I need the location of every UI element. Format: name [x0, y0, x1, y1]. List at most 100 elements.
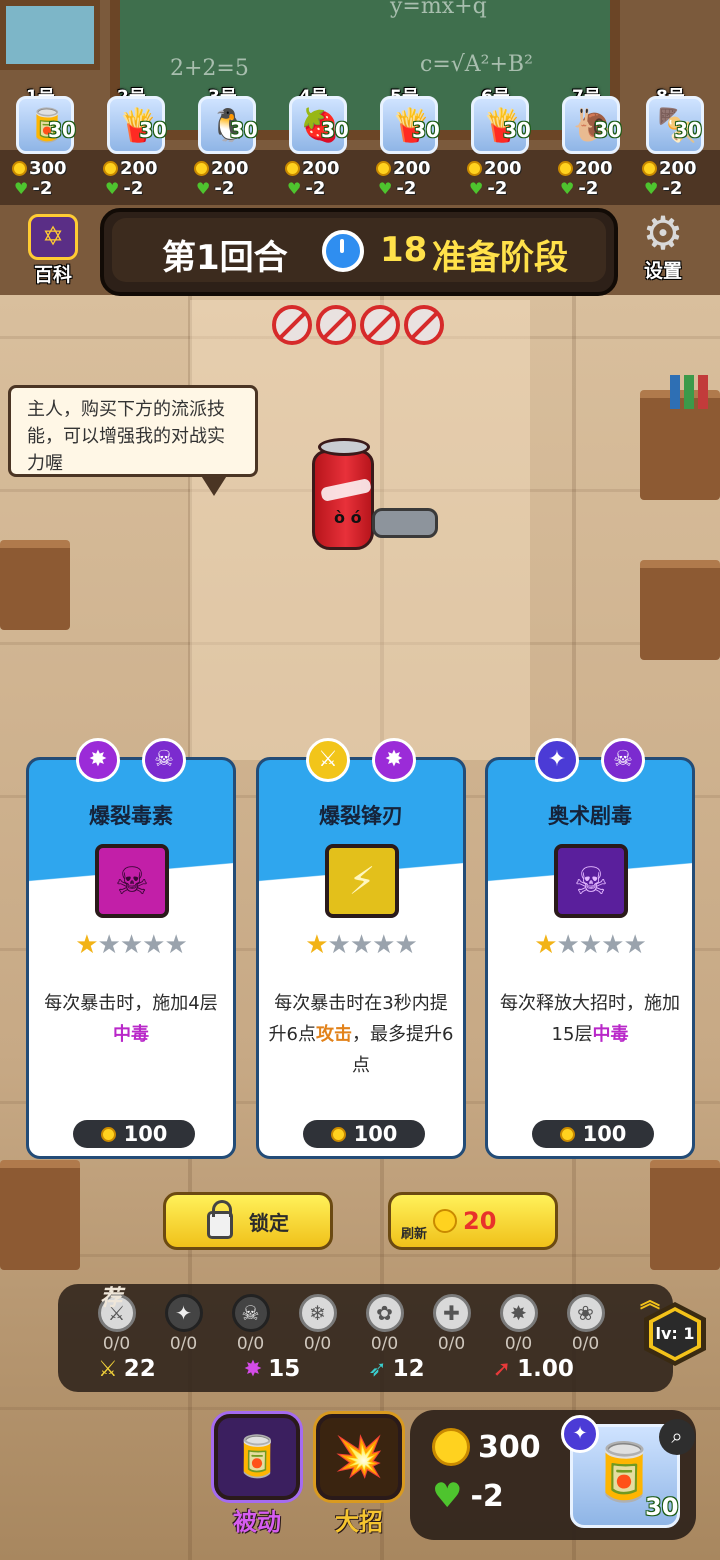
- rate-value: 1.00: [517, 1356, 574, 1382]
- card-description: 每次释放大招时，施加15层中毒: [496, 988, 684, 1050]
- coin-icon: [103, 161, 118, 176]
- desk-left-2: [0, 1160, 80, 1270]
- hero-portrait[interactable]: ✦ ⌕ 🥫 30: [561, 1415, 695, 1528]
- coin-icon: [433, 1209, 458, 1233]
- skill-card[interactable]: ✸ ☠ 爆裂毒素 ☠ ★★★★★ 每次暴击时，施加4层中毒 100: [26, 738, 236, 1159]
- desk-right-1: [640, 390, 720, 500]
- trait-slot[interactable]: ✦ 0/0: [163, 1294, 204, 1354]
- slot-heart-value: -2: [123, 178, 144, 199]
- trait-slot[interactable]: ✸ 0/0: [498, 1294, 539, 1354]
- nature-trait-icon: ✿: [365, 1294, 404, 1332]
- settings-button[interactable]: ⚙ 设置: [628, 210, 698, 290]
- coin-icon: [642, 161, 657, 176]
- broken-heart-icon: ♥: [105, 179, 120, 198]
- coin-icon: [194, 161, 209, 176]
- trait-count: 0/0: [370, 1334, 399, 1354]
- level-up-arrow-icon: ︽: [640, 1288, 660, 1312]
- recommended-marker: 荐: [100, 1286, 123, 1311]
- skill-card[interactable]: ✦ ☠ 奥术剧毒 ☠ ★★★★★ 每次释放大招时，施加15层中毒 100: [485, 738, 695, 1159]
- frost-trait-icon: ❄: [298, 1294, 337, 1332]
- trait-slot[interactable]: ☠ 0/0: [230, 1294, 271, 1354]
- trait-slot[interactable]: ✚ 0/0: [431, 1294, 472, 1354]
- trait-count: 0/0: [102, 1334, 131, 1354]
- slot-hp: 30: [321, 118, 359, 148]
- roster-slot[interactable]: 2号 🍟 30 200 ♥-2: [99, 82, 181, 202]
- gold-coin-icon: [432, 1428, 470, 1466]
- player-hero-cola-can[interactable]: ò ó: [312, 430, 438, 560]
- slot-heart-value: -2: [487, 178, 508, 199]
- trait-count: 0/0: [437, 1334, 466, 1354]
- slot-heart-value: -2: [305, 178, 326, 199]
- hero-gun: [372, 508, 438, 538]
- roster-slot[interactable]: 7号 🐌 30 200 ♥-2: [554, 82, 636, 202]
- passive-label: 被动: [233, 1508, 281, 1536]
- banned-traits: [272, 305, 444, 345]
- trait-slot[interactable]: ❀ 0/0: [565, 1294, 606, 1354]
- roster-slot[interactable]: 8号 🍢 30 200 ♥-2: [638, 82, 720, 202]
- roster-slot[interactable]: 4号 🍓 30 200 ♥-2: [281, 82, 363, 202]
- search-icon[interactable]: ⌕: [659, 1419, 695, 1455]
- slot-coins: 200: [103, 158, 158, 179]
- hero-hp: 30: [645, 1493, 679, 1521]
- desc-keyword: 中毒: [113, 1024, 149, 1045]
- buy-price[interactable]: 100: [303, 1120, 425, 1148]
- slot-hp: 30: [594, 118, 632, 148]
- slot-hearts: ♥ -2: [560, 178, 598, 199]
- trait-slot[interactable]: ❄ 0/0: [297, 1294, 338, 1354]
- slot-hearts: ♥ -2: [287, 178, 325, 199]
- round-number: 第1回合: [162, 238, 288, 278]
- trait-count: 0/0: [236, 1334, 265, 1354]
- card-tags: ⚔ ✸: [259, 738, 463, 782]
- slot-hp: 30: [48, 118, 86, 148]
- slot-hearts: ♥ -2: [644, 178, 682, 199]
- poison-skull-icon: ☠: [601, 738, 645, 782]
- burst-trait-icon: ✸: [499, 1294, 538, 1332]
- desk-right-2: [640, 560, 720, 660]
- desc-keyword: 攻击: [316, 1024, 352, 1045]
- roster-slot[interactable]: 6号 🍟 30 200 ♥-2: [463, 82, 545, 202]
- countdown-timer: 18: [380, 230, 428, 270]
- card-description: 每次暴击时，施加4层中毒: [37, 988, 225, 1050]
- slot-coin-value: 200: [484, 158, 522, 179]
- buy-price[interactable]: 100: [73, 1120, 195, 1148]
- wall-map: [0, 0, 100, 70]
- desk-left-1: [0, 540, 70, 630]
- hero-body: [312, 450, 374, 550]
- coin-icon: [100, 1126, 116, 1142]
- passive-skill-button[interactable]: 🥫 被动: [214, 1414, 300, 1537]
- broken-heart-icon: ♥: [432, 1476, 463, 1516]
- refresh-button[interactable]: 刷新 20: [388, 1192, 558, 1250]
- buy-price[interactable]: 100: [532, 1120, 654, 1148]
- card-title: 爆裂毒素: [89, 804, 173, 828]
- roster-slot[interactable]: 5号 🍟 30 200 ♥-2: [372, 82, 454, 202]
- slot-coin-value: 200: [120, 158, 158, 179]
- encyclopedia-button[interactable]: ✡ 百科: [18, 214, 88, 294]
- attack-value: 22: [123, 1356, 156, 1382]
- passive-skill-frame: 🥫: [214, 1414, 300, 1500]
- coin-icon: [12, 161, 27, 176]
- slot-hp: 30: [503, 118, 541, 148]
- ultimate-skill-button[interactable]: 💥 大招: [316, 1414, 402, 1537]
- hint-speech-bubble: 主人，购买下方的流派技能，可以增强我的对战实力喔: [8, 385, 258, 477]
- lock-label: 锁定: [249, 1210, 289, 1235]
- slot-hp: 30: [139, 118, 177, 148]
- roster-slot[interactable]: 1号 🥫 30 300 ♥-2: [8, 82, 90, 202]
- price-value: 100: [582, 1122, 627, 1146]
- trait-list: ⚔ 0/0 ✦ 0/0 ☠ 0/0 ❄ 0/0 ✿ 0/0 ✚ 0/0 ✸ 0/0 ❀ 0/0: [96, 1294, 606, 1354]
- skill-card[interactable]: ⚔ ✸ 爆裂锋刃 ⚡ ★★★★★ 每次暴击时在3秒内提升6点攻击，最多提升6点 …: [256, 738, 466, 1159]
- arcane-trait-icon: ✦: [164, 1294, 203, 1332]
- trait-slot[interactable]: ✿ 0/0: [364, 1294, 405, 1354]
- cola-can-passive-icon: 🥫: [232, 1434, 282, 1480]
- slot-hearts: ♥ -2: [14, 178, 52, 199]
- refresh-label: 刷新: [401, 1226, 428, 1242]
- banned-trait-icon: [316, 305, 356, 345]
- roster-slot[interactable]: 3号 🐧 30 200 ♥-2: [190, 82, 272, 202]
- speed-stat: ➶ 12: [368, 1356, 424, 1382]
- coin-icon: [467, 161, 482, 176]
- lock-button[interactable]: 锁定: [163, 1192, 333, 1250]
- crossbones-icon: ☠: [554, 844, 628, 918]
- slot-coins: 200: [558, 158, 613, 179]
- slot-heart-value: -2: [396, 178, 417, 199]
- slot-coin-value: 200: [575, 158, 613, 179]
- broken-heart-icon: ♥: [560, 179, 575, 198]
